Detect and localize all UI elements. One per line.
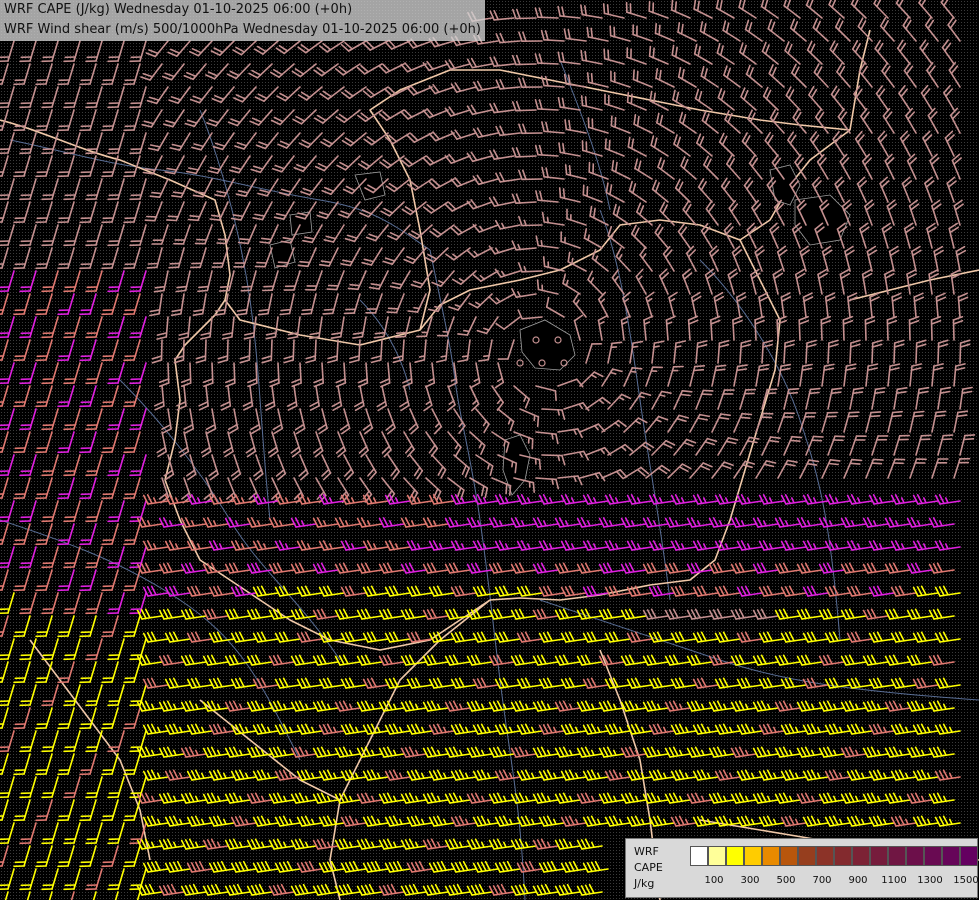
legend-tick-label: 900 — [848, 875, 868, 886]
legend-tick-label: 1300 — [917, 875, 943, 886]
map-title-box: WRF CAPE (J/kg) Wednesday 01-10-2025 06:… — [0, 0, 485, 41]
legend-swatch — [852, 846, 870, 866]
cape-legend: WRF CAPE J/kg 100 300 500 700 900 1100 1300 150… — [625, 838, 979, 898]
weather-map: WRF CAPE (J/kg) Wednesday 01-10-2025 06:… — [0, 0, 979, 900]
legend-model-label: WRF — [634, 845, 659, 858]
legend-swatch — [942, 846, 960, 866]
map-canvas — [0, 0, 979, 900]
legend-tick-label: 500 — [776, 875, 796, 886]
legend-tick-label: 100 — [704, 875, 724, 886]
legend-swatch — [816, 846, 834, 866]
wind-shear-title: WRF Wind shear (m/s) 500/1000hPa Wednesd… — [4, 22, 481, 37]
legend-swatch — [744, 846, 762, 866]
legend-unit-label: J/kg — [634, 877, 655, 890]
legend-swatch — [798, 846, 816, 866]
legend-swatch — [708, 846, 726, 866]
legend-swatch — [762, 846, 780, 866]
legend-tick-label: 300 — [740, 875, 760, 886]
legend-swatch — [870, 846, 888, 866]
legend-swatch — [960, 846, 978, 866]
legend-swatch — [906, 846, 924, 866]
legend-tick-label: 1500 — [953, 875, 979, 886]
legend-swatch — [888, 846, 906, 866]
legend-swatch — [834, 846, 852, 866]
legend-swatch — [924, 846, 942, 866]
legend-swatch — [690, 846, 708, 866]
legend-field-label: CAPE — [634, 861, 663, 874]
cape-title: WRF CAPE (J/kg) Wednesday 01-10-2025 06:… — [4, 2, 353, 17]
terrain-mask — [289, 211, 313, 236]
legend-tick-label: 1100 — [881, 875, 907, 886]
legend-swatch — [726, 846, 744, 866]
legend-swatch — [780, 846, 798, 866]
legend-tick-label: 700 — [812, 875, 832, 886]
